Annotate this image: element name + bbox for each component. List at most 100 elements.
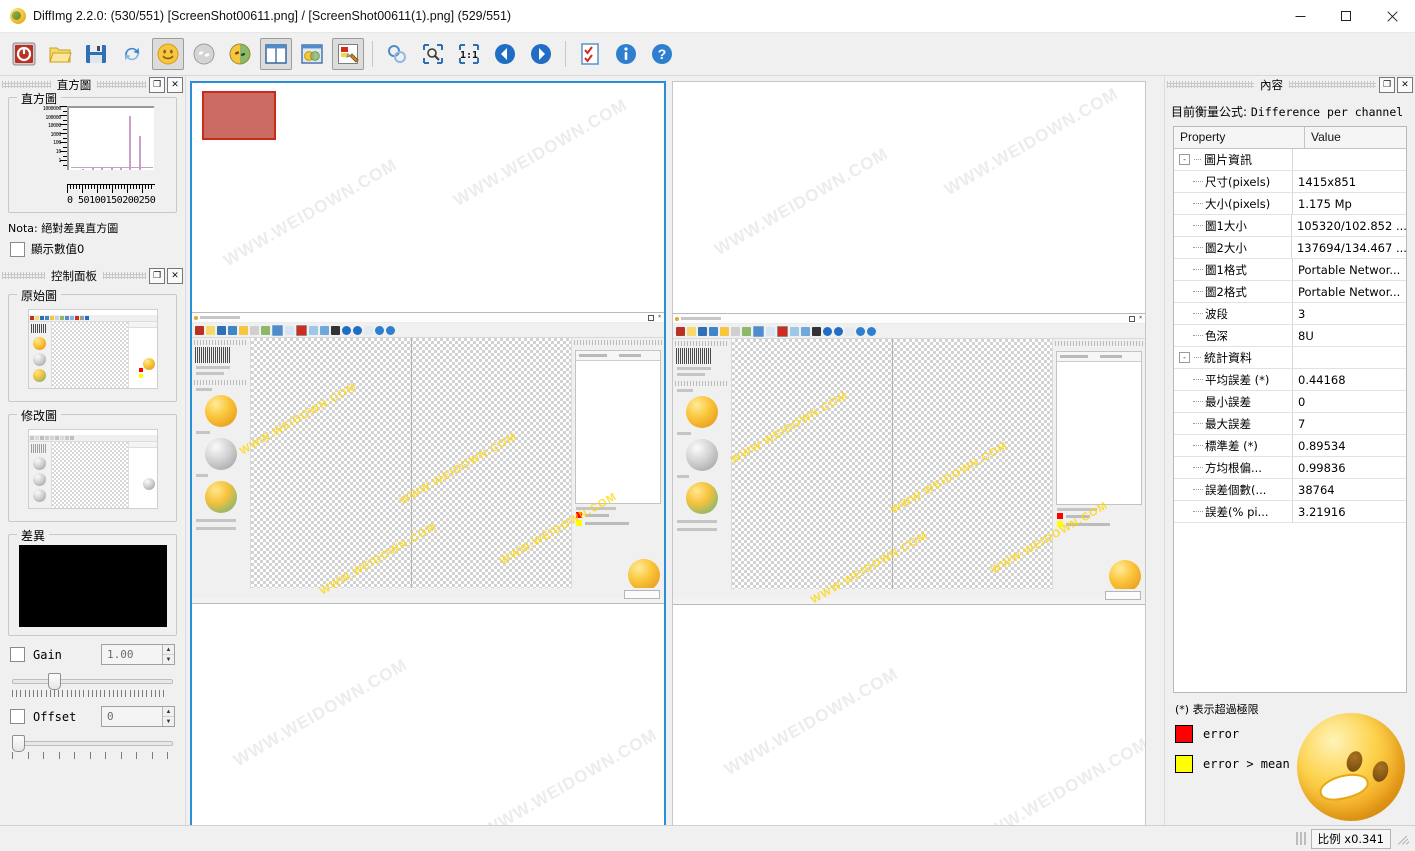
tree-line	[1193, 334, 1203, 337]
histogram-chart: 1000000100000100001000100101	[15, 106, 170, 184]
zoom-fit-button[interactable]	[381, 38, 413, 70]
table-row[interactable]: 誤差個數(... 38764	[1174, 479, 1406, 501]
property-name-cell: 圖1格式	[1174, 259, 1293, 280]
zoom-actual-button[interactable]: 1:1	[453, 38, 485, 70]
offset-checkbox[interactable]	[10, 709, 25, 724]
property-value-cell: 105320/102.852 ...	[1296, 218, 1406, 233]
table-row[interactable]: 圖1大小 105320/102.852 ...	[1174, 215, 1406, 237]
property-label: 最小誤差	[1205, 394, 1251, 409]
show-zero-values-checkbox-row[interactable]: 顯示數值0	[10, 241, 177, 257]
control-panel-dock-grip-2[interactable]	[103, 272, 146, 279]
original-image-pane[interactable]: × WWW.WEIDOWN.COM WWW.WEIDOWN.COM WWW.WE…	[190, 81, 666, 838]
offset-input[interactable]	[102, 707, 162, 726]
histogram-float-button[interactable]: ❐	[149, 76, 165, 93]
gain-decrement-button[interactable]: ▼	[162, 655, 174, 664]
table-row[interactable]: 圖1格式 Portable Networ...	[1174, 259, 1406, 281]
table-row[interactable]: - 圖片資訊	[1174, 149, 1406, 171]
table-row[interactable]: 色深 8U	[1174, 325, 1406, 347]
options-button[interactable]	[574, 38, 606, 70]
offset-increment-button[interactable]: ▲	[162, 707, 174, 717]
thumb2-right-dock	[127, 442, 157, 508]
property-name-cell: 標準差 (*)	[1174, 435, 1293, 456]
table-row[interactable]: 最大誤差 7	[1174, 413, 1406, 435]
gain-spinbox[interactable]: ▲ ▼	[101, 644, 175, 665]
table-row[interactable]: 誤差(% pi... 3.21916	[1174, 501, 1406, 523]
histogram-y-axis: 1000000100000100001000100101	[15, 106, 67, 168]
info-button[interactable]	[610, 38, 642, 70]
modified-image-pane[interactable]: × WWW.WEIDOWN.COM WWW.WEIDOWN.COM WWW.WE…	[672, 81, 1146, 836]
sad-face-right-eye	[1370, 759, 1391, 784]
tree-collapse-icon[interactable]: -	[1179, 154, 1190, 165]
property-label: 尺寸(pixels)	[1205, 174, 1271, 189]
table-row[interactable]: 最小誤差 0	[1174, 391, 1406, 413]
zoom-status-label: 比例	[1317, 831, 1341, 846]
column-header-property[interactable]: Property	[1174, 127, 1305, 148]
show-original-button[interactable]	[152, 38, 184, 70]
split-view-button[interactable]	[260, 38, 292, 70]
table-row[interactable]: 圖2格式 Portable Networ...	[1174, 281, 1406, 303]
show-blend-button[interactable]	[224, 38, 256, 70]
open-button[interactable]	[44, 38, 76, 70]
table-row[interactable]: 標準差 (*) 0.89534	[1174, 435, 1406, 457]
original-image-thumbnail[interactable]	[18, 305, 168, 393]
control-panel-close-button[interactable]: ✕	[167, 267, 183, 284]
histogram-close-button[interactable]: ✕	[167, 76, 183, 93]
tree-collapse-icon[interactable]: -	[1179, 352, 1190, 363]
table-row[interactable]: 尺寸(pixels) 1415x851	[1174, 171, 1406, 193]
control-panel-dock-grip[interactable]	[2, 272, 45, 279]
gain-checkbox[interactable]	[10, 647, 25, 662]
nested-b-legend	[1057, 508, 1142, 527]
offset-spinbox[interactable]: ▲ ▼	[101, 706, 175, 727]
property-label: 圖1格式	[1205, 262, 1247, 277]
property-value-cell: 3.21916	[1298, 504, 1346, 519]
table-row[interactable]: 方均根偏... 0.99836	[1174, 457, 1406, 479]
save-button[interactable]	[80, 38, 112, 70]
histogram-dock-grip-2[interactable]	[97, 81, 146, 88]
difference-image-thumbnail[interactable]	[18, 545, 167, 627]
gain-increment-button[interactable]: ▲	[162, 645, 174, 655]
properties-table[interactable]: Property Value - 圖片資訊 尺寸(pixels) 1415x851 大小…	[1173, 126, 1407, 693]
help-button[interactable]: ?	[646, 38, 678, 70]
properties-close-button[interactable]: ✕	[1397, 76, 1413, 93]
show-modified-button[interactable]	[188, 38, 220, 70]
exit-button[interactable]	[8, 38, 40, 70]
modified-image-thumbnail[interactable]	[18, 425, 168, 513]
properties-dock-grip-2[interactable]	[1289, 81, 1376, 88]
properties-float-button[interactable]: ❐	[1379, 76, 1395, 93]
table-row[interactable]: 平均誤差 (*) 0.44168	[1174, 369, 1406, 391]
offset-decrement-button[interactable]: ▼	[162, 717, 174, 726]
minimize-button[interactable]	[1277, 0, 1323, 32]
control-panel-float-button[interactable]: ❐	[149, 267, 165, 284]
gain-slider-handle[interactable]	[48, 673, 61, 690]
nested-a-statusbar	[192, 588, 664, 599]
histogram-group-label: 直方圖	[17, 90, 62, 107]
column-header-value[interactable]: Value	[1305, 127, 1347, 148]
property-value-cell: 0.89534	[1298, 438, 1346, 453]
gain-slider[interactable]	[12, 672, 173, 690]
table-row[interactable]: 波段 3	[1174, 303, 1406, 325]
gain-input[interactable]	[102, 645, 162, 664]
nested-screenshot-a: ×	[192, 312, 664, 604]
show-zero-values-checkbox[interactable]	[10, 241, 25, 257]
legend-label-error: error	[1203, 727, 1240, 741]
histogram-dock-grip[interactable]	[2, 81, 51, 88]
tree-line	[1193, 510, 1203, 513]
properties-dock-grip[interactable]	[1167, 81, 1254, 88]
table-row[interactable]: 圖2大小 137694/134.467 ...	[1174, 237, 1406, 259]
next-button[interactable]	[525, 38, 557, 70]
left-dock: 直方圖 ❐ ✕ 直方圖 1000000100000100001000100101	[0, 76, 186, 825]
nested-b-canvas	[732, 339, 1052, 589]
reload-button[interactable]	[116, 38, 148, 70]
close-button[interactable]	[1369, 0, 1415, 32]
table-row[interactable]: - 統計資料	[1174, 347, 1406, 369]
maximize-button[interactable]	[1323, 0, 1369, 32]
window-resize-grip[interactable]	[1397, 832, 1411, 846]
diff-mask-button[interactable]	[332, 38, 364, 70]
difference-image-group: 差異	[8, 527, 177, 636]
table-row[interactable]: 大小(pixels) 1.175 Mp	[1174, 193, 1406, 215]
overlay-view-button[interactable]	[296, 38, 328, 70]
offset-slider-handle[interactable]	[12, 735, 25, 752]
previous-button[interactable]	[489, 38, 521, 70]
zoom-select-button[interactable]	[417, 38, 449, 70]
offset-slider[interactable]	[12, 734, 173, 752]
